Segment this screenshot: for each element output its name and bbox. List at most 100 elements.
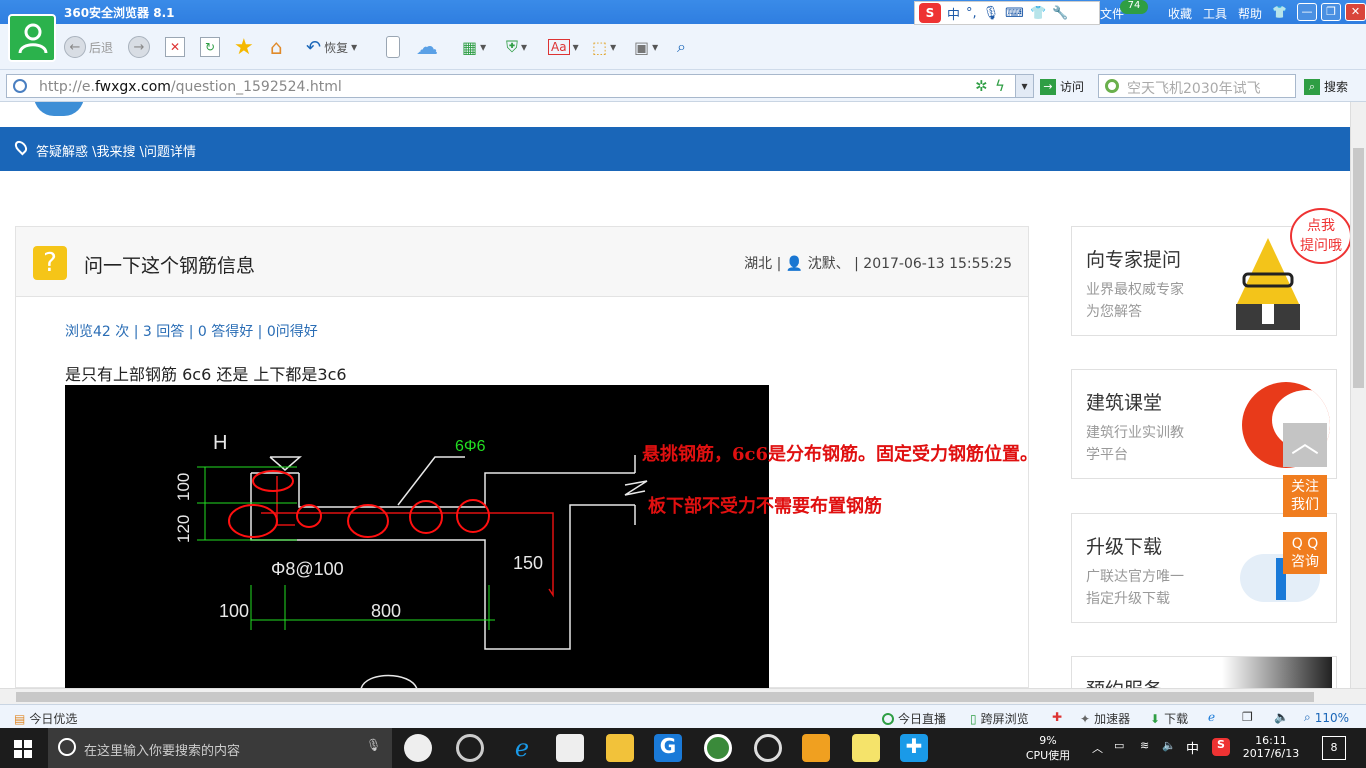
keyboard-icon[interactable]: ⌨ — [1005, 6, 1024, 21]
show-hidden-icons[interactable]: ︿ — [1092, 740, 1103, 756]
stop-icon: ✕ — [165, 37, 185, 57]
url-domain: fwxgx.com — [94, 79, 171, 95]
cpu-meter[interactable]: 9% CPU使用 — [1022, 734, 1074, 763]
menu-tools[interactable]: 工具 — [1203, 5, 1227, 22]
taskbar-notes-icon[interactable] — [802, 734, 830, 762]
tray-wifi-icon[interactable]: ≋ — [1140, 739, 1149, 752]
restore-button[interactable]: ↶ 恢复 ▾ — [306, 34, 357, 60]
wrench-icon[interactable]: 🔧 — [1052, 6, 1068, 21]
taskbar-glodon-icon[interactable]: G — [654, 734, 682, 762]
speaker-icon: 🔈 — [1274, 710, 1289, 724]
url-dropdown-icon[interactable]: ▾ — [1015, 75, 1033, 97]
ask-bubble[interactable]: 点我 提问哦 — [1290, 208, 1350, 264]
favorite-button[interactable]: ★ — [234, 34, 254, 60]
forward-button[interactable]: → — [128, 34, 150, 60]
user-avatar[interactable] — [8, 14, 56, 62]
game-button[interactable]: ▣ ▾ — [634, 34, 658, 60]
cross-screen-button[interactable]: ▯ 跨屏浏览 — [970, 710, 1029, 727]
answer-annotation-2: 板下部不受力不需要布置钢筋 — [648, 496, 882, 517]
mic-icon[interactable]: 🎙 — [983, 6, 1000, 21]
ask-bubble-line1: 点我 — [1307, 218, 1335, 234]
zoom-button[interactable]: ⌕ 110% — [1304, 710, 1349, 725]
close-button[interactable]: ✕ — [1345, 3, 1366, 21]
breadcrumb-bar: 答疑解惑 \我来搜 \问题详情 — [0, 127, 1350, 171]
download-button[interactable]: ⬇ 下载 — [1150, 710, 1188, 727]
game-icon: ▣ — [634, 37, 650, 57]
windows-start-icon[interactable] — [14, 740, 32, 758]
tray-ime-indicator[interactable]: 中 — [1186, 738, 1199, 757]
horizontal-scroll-thumb[interactable] — [16, 692, 1314, 702]
tray-network-icon[interactable]: ▭ — [1114, 739, 1124, 752]
search-engine-icon[interactable] — [1105, 79, 1119, 93]
url-text[interactable]: http://e.fwxgx.com/question_1592524.html — [39, 79, 342, 95]
today-pick-label: 今日优选 — [29, 712, 78, 726]
horizontal-scrollbar[interactable] — [0, 688, 1366, 704]
cpu-label: CPU使用 — [1025, 749, 1071, 762]
follow-us-button[interactable]: 关注 我们 — [1283, 475, 1327, 517]
maximize-button[interactable]: ❐ — [1321, 3, 1341, 21]
first-aid-button[interactable]: ✚ — [1052, 710, 1062, 724]
menu-help[interactable]: 帮助 — [1238, 5, 1262, 22]
taskbar-search-input[interactable]: 在这里输入你要搜索的内容 🎙 — [48, 728, 392, 768]
vertical-scrollbar[interactable] — [1350, 102, 1366, 688]
punct-icon[interactable]: °, — [966, 6, 977, 21]
chevron-down-icon: ▾ — [652, 40, 659, 54]
taskbar-edge-icon[interactable]: ℯ — [508, 734, 536, 762]
bolt-icon[interactable]: ϟ — [995, 77, 1005, 95]
address-bar[interactable]: http://e.fwxgx.com/question_1592524.html… — [6, 74, 1034, 98]
cad-label-stirrup: Φ8@100 — [271, 559, 344, 579]
taskbar-folder-icon[interactable] — [606, 734, 634, 762]
url-path: /question_1592524.html — [170, 79, 342, 95]
vertical-scroll-thumb[interactable] — [1353, 148, 1364, 388]
translate-button[interactable]: Aa ▾ — [548, 34, 579, 60]
magnifier-icon: ⌕ — [1304, 710, 1311, 724]
ime-toolbar[interactable]: S 中 °, 🎙 ⌨ 👕 🔧 — [914, 1, 1100, 25]
today-pick-button[interactable]: ▤ 今日优选 — [14, 710, 77, 727]
mobile-button[interactable] — [386, 34, 400, 60]
minimize-button[interactable]: — — [1297, 3, 1317, 21]
clock[interactable]: 16:11 2017/6/13 — [1242, 734, 1300, 760]
ime-mode[interactable]: 中 — [947, 4, 960, 23]
microphone-icon[interactable]: 🎙 — [366, 738, 381, 752]
taskbar-app-plus-icon[interactable]: ✚ — [900, 734, 928, 762]
volume-button[interactable]: 🔈 — [1274, 710, 1289, 724]
search-button[interactable]: ⌕ 搜索 — [1304, 78, 1348, 95]
home-button[interactable]: ⌂ — [270, 34, 283, 60]
cad-drawing-image[interactable]: H 6Φ6 100 120 Φ8@100 150 100 800 — [65, 385, 769, 688]
cad-drawing: H 6Φ6 100 120 Φ8@100 150 100 800 — [174, 432, 648, 688]
ie-button[interactable]: ℯ — [1208, 710, 1215, 724]
shield-button[interactable]: ⛨ ▾ — [506, 34, 527, 60]
stop-button[interactable]: ✕ — [165, 34, 185, 60]
tray-volume-icon[interactable]: 🔈 — [1162, 739, 1176, 752]
skin-icon[interactable]: 👕 — [1272, 5, 1287, 19]
qq-consult-button[interactable]: Q Q 咨询 — [1283, 532, 1327, 574]
search-input[interactable]: 空天飞机2030年试飞 — [1098, 74, 1296, 98]
breadcrumb[interactable]: 答疑解惑 \我来搜 \问题详情 — [36, 141, 196, 160]
search-label: 搜索 — [1324, 80, 1349, 94]
visit-button[interactable]: → 访问 — [1040, 78, 1084, 95]
taskbar-app-ring-icon[interactable] — [754, 734, 782, 762]
taskbar-app-fan-icon[interactable] — [404, 734, 432, 762]
ask-expert-sub2: 为您解答 — [1086, 304, 1142, 320]
back-button[interactable]: ← 后退 — [64, 34, 113, 60]
tray-sogou-icon[interactable]: S — [1212, 738, 1230, 756]
menu-favorites[interactable]: 收藏 — [1168, 5, 1192, 22]
taskbar-app-spiral-icon[interactable] — [456, 734, 484, 762]
apps-button[interactable]: ▦ ▾ — [462, 34, 486, 60]
back-to-top-button[interactable]: ︿ — [1283, 423, 1327, 467]
refresh-button[interactable]: ↻ — [200, 34, 220, 60]
shirt-icon[interactable]: 👕 — [1030, 6, 1046, 21]
screenshot-button[interactable]: ⬚ ▾ — [592, 34, 616, 60]
accelerator-button[interactable]: ✦ 加速器 — [1080, 710, 1130, 727]
taskbar-store-icon[interactable] — [556, 734, 584, 762]
live-button[interactable]: 今日直播 — [882, 710, 946, 727]
taskbar-sticky-icon[interactable] — [852, 734, 880, 762]
cloud-button[interactable]: ☁ — [416, 34, 438, 60]
question-user[interactable]: 沈默、 — [808, 256, 850, 272]
taskbar-360-browser-icon[interactable] — [704, 734, 732, 762]
zoom-tool-button[interactable]: ⌕ — [677, 34, 686, 60]
window-button[interactable]: ❐ — [1242, 710, 1253, 724]
visit-label: 访问 — [1060, 80, 1085, 94]
notification-center-icon[interactable]: 8 — [1322, 736, 1346, 760]
reserve-card[interactable]: 预约服务 — [1071, 656, 1337, 688]
